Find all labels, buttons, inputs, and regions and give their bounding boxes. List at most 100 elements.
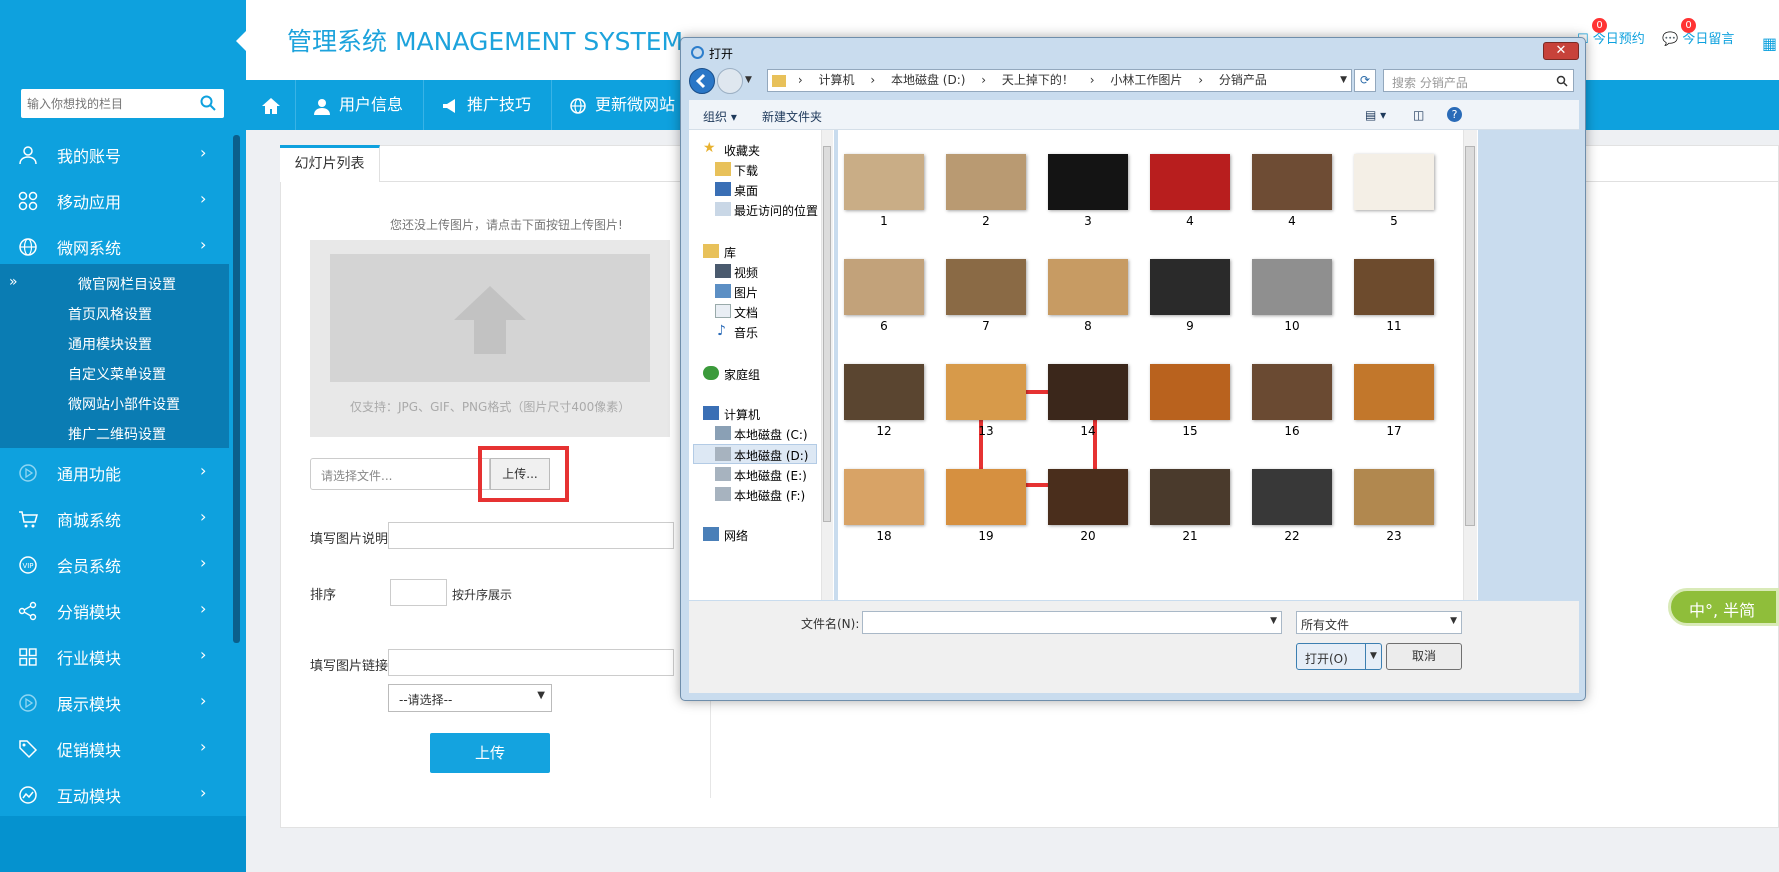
file-thumbnail[interactable] <box>1150 364 1230 420</box>
file-thumbnail[interactable] <box>946 259 1026 315</box>
forward-button[interactable] <box>717 68 743 94</box>
file-thumbnail[interactable] <box>844 154 924 210</box>
file-name-label[interactable]: 20 <box>1043 529 1133 543</box>
file-name-label[interactable]: 4 <box>1247 214 1337 228</box>
address-bar[interactable]: › 计算机 › 本地磁盘 (D:) › 天上掉下的！ › 小林工作图片 › 分销… <box>767 69 1352 92</box>
file-name-label[interactable]: 11 <box>1349 319 1439 333</box>
sidebar-search-input[interactable] <box>21 89 191 118</box>
search-icon[interactable] <box>200 95 216 115</box>
file-thumbnail[interactable] <box>1354 154 1434 210</box>
subitem-custom-menu[interactable]: 自定义菜单设置 <box>68 364 166 384</box>
file-thumbnail[interactable] <box>1150 259 1230 315</box>
file-name-label[interactable]: 4 <box>1145 214 1235 228</box>
nav-libraries[interactable]: 库 <box>724 244 736 261</box>
filename-dropdown-icon[interactable]: ▼ <box>1270 616 1277 626</box>
subitem-site-widgets[interactable]: 微网站小部件设置 <box>68 394 180 414</box>
file-name-label[interactable]: 7 <box>941 319 1031 333</box>
file-name-label[interactable]: 12 <box>839 424 929 438</box>
breadcrumb-computer[interactable]: 计算机 <box>818 70 854 91</box>
history-dropdown-icon[interactable]: ▼ <box>745 75 752 85</box>
sidebar-item-industry[interactable]: 行业模块 › <box>0 633 229 679</box>
nav-favorites[interactable]: 收藏夹 <box>724 142 760 159</box>
nav-drive-d[interactable]: 本地磁盘 (D:) <box>734 447 808 464</box>
link-select[interactable]: --请选择-- ▼ <box>388 684 552 712</box>
file-name-label[interactable]: 17 <box>1349 424 1439 438</box>
file-thumbnail[interactable] <box>1048 154 1128 210</box>
file-name-label[interactable]: 21 <box>1145 529 1235 543</box>
tab-slides-list[interactable]: 幻灯片列表 <box>280 145 380 182</box>
nav-recent[interactable]: 最近访问的位置 <box>734 202 818 219</box>
today-booking[interactable]: ☐ 今日预约 <box>1577 28 1645 47</box>
nav-drive-f[interactable]: 本地磁盘 (F:) <box>734 487 805 504</box>
nav-music[interactable]: 音乐 <box>734 324 758 341</box>
sidebar-item-account[interactable]: 我的账号 › <box>0 131 229 177</box>
file-thumbnail[interactable] <box>1048 259 1128 315</box>
breadcrumb-folder[interactable]: 天上掉下的！ <box>1002 70 1074 91</box>
search-icon[interactable] <box>1556 75 1568 87</box>
subitem-general-modules[interactable]: 通用模块设置 <box>68 334 152 354</box>
organize-menu[interactable]: 组织 ▾ <box>703 108 737 125</box>
filetype-select[interactable]: 所有文件 ▼ <box>1296 611 1462 634</box>
home-button[interactable] <box>246 80 296 130</box>
filename-input[interactable]: ▼ <box>862 611 1282 634</box>
file-thumbnail[interactable] <box>844 469 924 525</box>
file-thumbnail[interactable] <box>1252 154 1332 210</box>
file-thumbnail[interactable] <box>1252 469 1332 525</box>
cancel-button[interactable]: 取消 <box>1386 643 1462 670</box>
sidebar-item-promotion[interactable]: 促销模块 › <box>0 725 229 771</box>
file-name-label[interactable]: 5 <box>1349 214 1439 228</box>
nav-promo-tips[interactable]: 推广技巧 <box>424 80 552 130</box>
back-button[interactable] <box>689 68 715 94</box>
nav-user-info[interactable]: 用户信息 <box>296 80 424 130</box>
image-preview-area[interactable]: 仅支持：JPG、GIF、PNG格式（图片尺寸400像素） <box>310 240 670 437</box>
link-input[interactable] <box>388 649 674 676</box>
file-name-label[interactable]: 8 <box>1043 319 1133 333</box>
nav-documents[interactable]: 文档 <box>734 304 758 321</box>
nav-update-site[interactable]: 更新微网站 <box>552 80 692 130</box>
subitem-promo-qrcode[interactable]: 推广二维码设置 <box>68 424 166 444</box>
file-thumbnail[interactable] <box>1354 469 1434 525</box>
file-name-label[interactable]: 18 <box>839 529 929 543</box>
file-path-input[interactable]: 请选择文件... <box>310 458 490 490</box>
today-message[interactable]: 💬 今日留言 <box>1662 28 1734 47</box>
sidebar-item-microsite[interactable]: 微网系统 › <box>0 223 229 269</box>
new-folder-button[interactable]: 新建文件夹 <box>762 108 822 125</box>
open-button[interactable]: 打开(O) ▼ <box>1296 643 1382 670</box>
file-thumbnail[interactable] <box>844 259 924 315</box>
sidebar-item-mall[interactable]: 商城系统 › <box>0 495 229 541</box>
file-name-label[interactable]: 1 <box>839 214 929 228</box>
file-thumbnail[interactable] <box>1150 469 1230 525</box>
refresh-button[interactable]: ⟳ <box>1354 69 1376 92</box>
sidebar-item-display[interactable]: 展示模块 › <box>0 679 229 725</box>
sidebar-search[interactable] <box>21 89 224 118</box>
submit-upload-button[interactable]: 上传 <box>430 733 550 773</box>
sidebar-item-general[interactable]: 通用功能 › <box>0 449 229 495</box>
nav-videos[interactable]: 视频 <box>734 264 758 281</box>
nav-drive-e[interactable]: 本地磁盘 (E:) <box>734 467 807 484</box>
nav-network[interactable]: 网络 <box>724 527 748 544</box>
qrcode-icon[interactable]: ▦ <box>1762 34 1777 53</box>
sidebar-scrollbar[interactable] <box>233 135 240 643</box>
dialog-close-button[interactable]: ✕ <box>1543 42 1579 60</box>
sidebar-item-interaction[interactable]: 互动模块 › <box>0 771 229 817</box>
help-icon[interactable]: ? <box>1447 107 1462 122</box>
nav-computer[interactable]: 计算机 <box>724 406 760 423</box>
order-input[interactable] <box>390 579 447 606</box>
view-options-icon[interactable]: ▤ ▾ <box>1365 108 1386 122</box>
nav-pane-scroll-thumb[interactable] <box>823 146 831 522</box>
file-name-label[interactable]: 22 <box>1247 529 1337 543</box>
file-thumbnail[interactable] <box>1354 364 1434 420</box>
file-name-label[interactable]: 15 <box>1145 424 1235 438</box>
file-thumbnail[interactable] <box>1048 364 1128 420</box>
file-thumbnail[interactable] <box>1048 469 1128 525</box>
file-name-label[interactable]: 2 <box>941 214 1031 228</box>
subitem-site-columns[interactable]: 微官网栏目设置 <box>78 274 176 294</box>
desc-input[interactable] <box>388 522 674 549</box>
breadcrumb-drive-d[interactable]: 本地磁盘 (D:) <box>891 70 965 91</box>
nav-homegroup[interactable]: 家庭组 <box>724 366 760 383</box>
breadcrumb-current[interactable]: 分销产品 <box>1219 70 1267 91</box>
file-thumbnail[interactable] <box>844 364 924 420</box>
ime-widget[interactable]: 中°, 半简 <box>1668 588 1779 626</box>
open-dropdown-icon[interactable]: ▼ <box>1365 644 1381 669</box>
file-thumbnail[interactable] <box>946 154 1026 210</box>
